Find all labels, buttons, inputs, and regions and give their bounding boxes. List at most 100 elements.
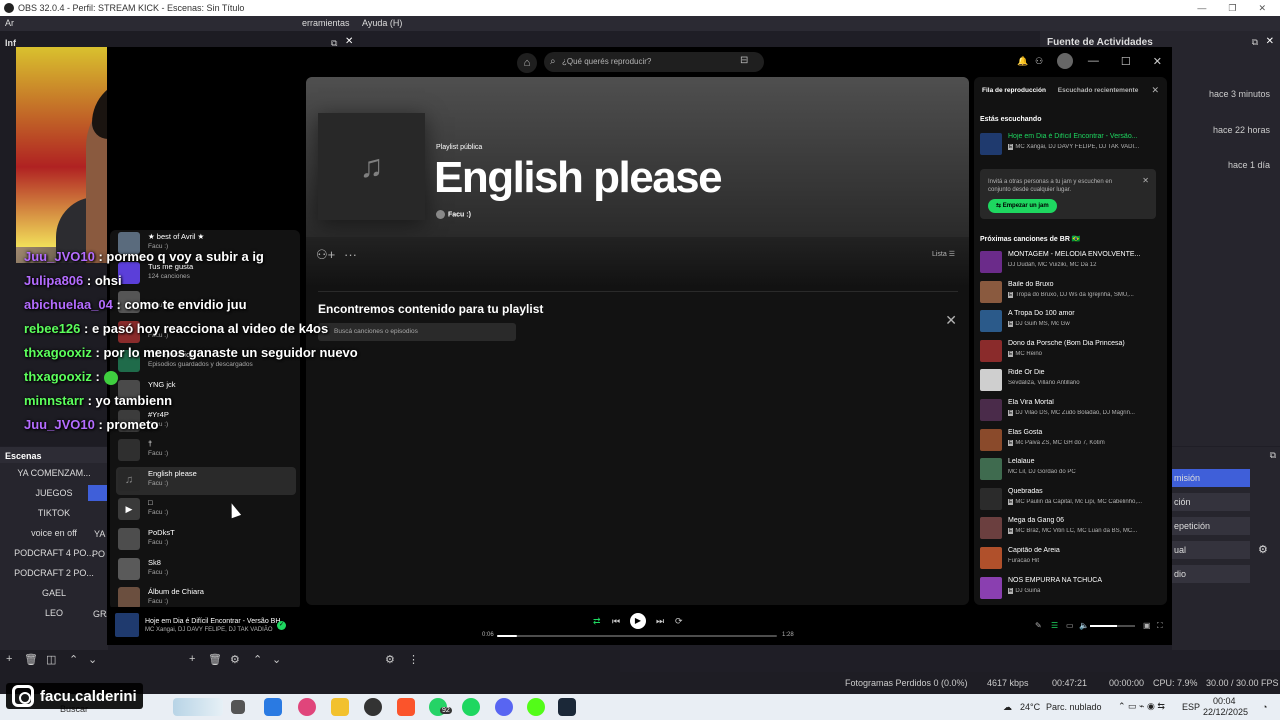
now-playing-title[interactable]: Hoje em Dia é Difícil Encontrar - Versão… [145, 618, 280, 625]
now-playing-track[interactable]: Hoje em Dia é Difícil Encontrar - Versão… [978, 131, 1164, 159]
menu-item[interactable]: Ar [5, 18, 14, 28]
next-icon[interactable]: ⏭ [656, 616, 664, 627]
remove-source-icon[interactable]: 🗑 [208, 653, 222, 666]
virtual-cam-button[interactable]: ual [1172, 541, 1250, 559]
clock-date[interactable]: 22/12/2025 [1203, 707, 1248, 717]
repeat-icon[interactable]: ⟳ [675, 616, 683, 627]
store-icon[interactable] [264, 698, 282, 716]
add-source-icon[interactable]: + [189, 653, 195, 665]
queue-track[interactable]: A Tropa Do 100 amor E DJ Guih MS, Mc Gw [978, 308, 1164, 336]
dock-close-icon[interactable]: ✕ [345, 36, 353, 47]
notifications-bell-icon[interactable]: 🔔 [1017, 56, 1028, 67]
discord-icon[interactable] [495, 698, 513, 716]
move-up-icon[interactable]: ⌃ [69, 653, 78, 666]
menu-item-tools[interactable]: erramientas [302, 18, 350, 28]
queue-track[interactable]: Ride Or Die Sevdaliza, Villano Antillano [978, 367, 1164, 395]
notifications-icon[interactable]: ◔ [1262, 702, 1267, 712]
library-item[interactable]: ▶ □ Facu :) [116, 496, 296, 524]
library-item[interactable]: Sk8 Facu :) [116, 556, 296, 584]
queue-track[interactable]: MONTAGEM - MELODIA ENVOLVENTE... DJ Dudah… [978, 249, 1164, 277]
filters-icon[interactable]: ◫ [46, 653, 56, 666]
mixer-settings-icon[interactable]: ⚙ [385, 653, 395, 666]
now-playing-artist[interactable]: MC Xangai, DJ DAVY FELIPE, DJ TAK VADIÃO [145, 627, 273, 633]
volume-icon[interactable]: 🔈 [1079, 621, 1089, 630]
avatar[interactable] [1057, 53, 1073, 69]
menu-item-help[interactable]: Ayuda (H) [362, 18, 402, 28]
minimize-icon[interactable]: — [1088, 55, 1099, 68]
now-playing-cover[interactable] [115, 613, 139, 637]
volume-slider[interactable] [1090, 625, 1135, 627]
queue-track[interactable]: Elas Gosta E Mc Paiva ZS, MC GH do 7, Koti… [978, 427, 1164, 455]
home-icon[interactable]: ⌂ [517, 53, 537, 73]
fullscreen-icon[interactable]: ⛶ [1157, 621, 1163, 631]
playlist-title[interactable]: English please [434, 153, 723, 203]
library-item[interactable]: PoDksT Facu :) [116, 526, 296, 554]
play-button[interactable]: ▶ [630, 613, 646, 629]
add-icon[interactable]: + [6, 653, 12, 665]
library-item[interactable]: ♫ English please Facu :) [116, 466, 296, 495]
queue-track[interactable]: Capitão de Areia Furacão Hit [978, 545, 1164, 573]
queue-track[interactable]: Ela Vira Mortal E DJ Vilão DS, MC Zudo Bol… [978, 397, 1164, 425]
weather-temp[interactable]: 24°C [1020, 702, 1040, 712]
view-toggle[interactable]: Lista ☰ [932, 250, 955, 258]
widgets-icon[interactable] [173, 698, 223, 716]
weather-desc[interactable]: Parc. nublado [1046, 702, 1102, 712]
library-item[interactable]: † Facu :) [116, 437, 296, 465]
close-icon[interactable]: ✕ [1142, 176, 1149, 185]
queue-track[interactable]: Baile do Bruxo E Tropa do Bruxo, DJ Ws da … [978, 279, 1164, 307]
playlist-owner[interactable]: Facu :) [436, 210, 471, 219]
language[interactable]: ESP [1182, 702, 1200, 712]
move-down-icon[interactable]: ⌄ [88, 653, 97, 666]
scene-item[interactable]: LEO [0, 603, 108, 623]
shuffle-icon[interactable]: ⇄ [593, 616, 601, 627]
queue-track[interactable]: Quebradas E MC Paulin da Capital, Mc Lipi,… [978, 486, 1164, 514]
spotify-icon[interactable] [462, 698, 480, 716]
progress-bar[interactable] [497, 635, 777, 637]
scene-col2-item[interactable]: PO [92, 549, 105, 559]
close-icon[interactable]: ✕ [1266, 36, 1274, 47]
trash-icon[interactable]: 🗑 [24, 653, 38, 666]
scene-col2-item[interactable]: YA [94, 529, 105, 539]
minimize-icon[interactable]: — [1197, 3, 1206, 14]
start-jam-button[interactable]: ⇆ Empezar un jam [988, 199, 1057, 213]
source-settings-icon[interactable]: ⚙ [230, 653, 240, 666]
file-explorer-icon[interactable] [331, 698, 349, 716]
kick-icon[interactable] [527, 698, 545, 716]
settings-gear-icon[interactable]: ⚙ [1258, 543, 1268, 556]
friend-activity-icon[interactable]: ⚇ [1035, 56, 1043, 67]
scene-item[interactable]: PODCRAFT 2 PO... [0, 563, 108, 583]
close-icon[interactable]: ✕ [945, 312, 957, 329]
queue-track[interactable]: Dono da Porsche (Bom Dia Princesa) E MC Re… [978, 338, 1164, 366]
app-icon[interactable] [298, 698, 316, 716]
queue-track[interactable]: NOS EMPURRA NA TCHUCA E DJ Guina [978, 575, 1164, 603]
replay-button[interactable]: epetición [1172, 517, 1250, 535]
tab-recent[interactable]: Escuchado recientemente [1058, 87, 1139, 94]
clock-time[interactable]: 00:04 [1213, 696, 1236, 706]
brave-icon[interactable] [397, 698, 415, 716]
tray-icons[interactable]: ⌃ ▭ ⌁ ◉ ⇆ [1118, 701, 1165, 712]
scene-item[interactable]: TIKTOK [0, 503, 108, 523]
tab-queue[interactable]: Fila de reproducción [982, 85, 1046, 96]
lyrics-icon[interactable]: ✎ [1035, 621, 1042, 630]
queue-icon[interactable]: ☰ [1051, 621, 1058, 630]
studio-mode-button[interactable]: dio [1172, 565, 1250, 583]
restore-icon[interactable]: ❐ [1228, 3, 1236, 14]
steam-icon[interactable] [558, 698, 576, 716]
mixer-menu-icon[interactable]: ⋮ [408, 653, 419, 666]
obs-icon[interactable] [364, 698, 382, 716]
close-icon[interactable]: ✕ [1258, 3, 1266, 14]
task-view-icon[interactable] [231, 700, 245, 714]
record-button[interactable]: ción [1172, 493, 1250, 511]
start-stream-button[interactable]: misión [1172, 469, 1250, 487]
scene-item[interactable]: GAEL [0, 583, 108, 603]
maximize-icon[interactable]: ☐ [1121, 55, 1131, 68]
float-icon[interactable]: ⧉ [1270, 450, 1276, 461]
music-note-icon[interactable]: ♫ [318, 113, 425, 220]
saved-check-icon[interactable]: ✓ [277, 621, 286, 630]
source-down-icon[interactable]: ⌄ [272, 653, 281, 666]
previous-icon[interactable]: ⏮ [612, 616, 620, 627]
close-icon[interactable]: ✕ [1151, 85, 1159, 96]
scene-item[interactable]: voice en off [0, 523, 108, 543]
queue-track[interactable]: Lelalaue MC Lil, DJ Gordão do PC [978, 456, 1164, 484]
close-icon[interactable]: ✕ [1153, 55, 1162, 68]
